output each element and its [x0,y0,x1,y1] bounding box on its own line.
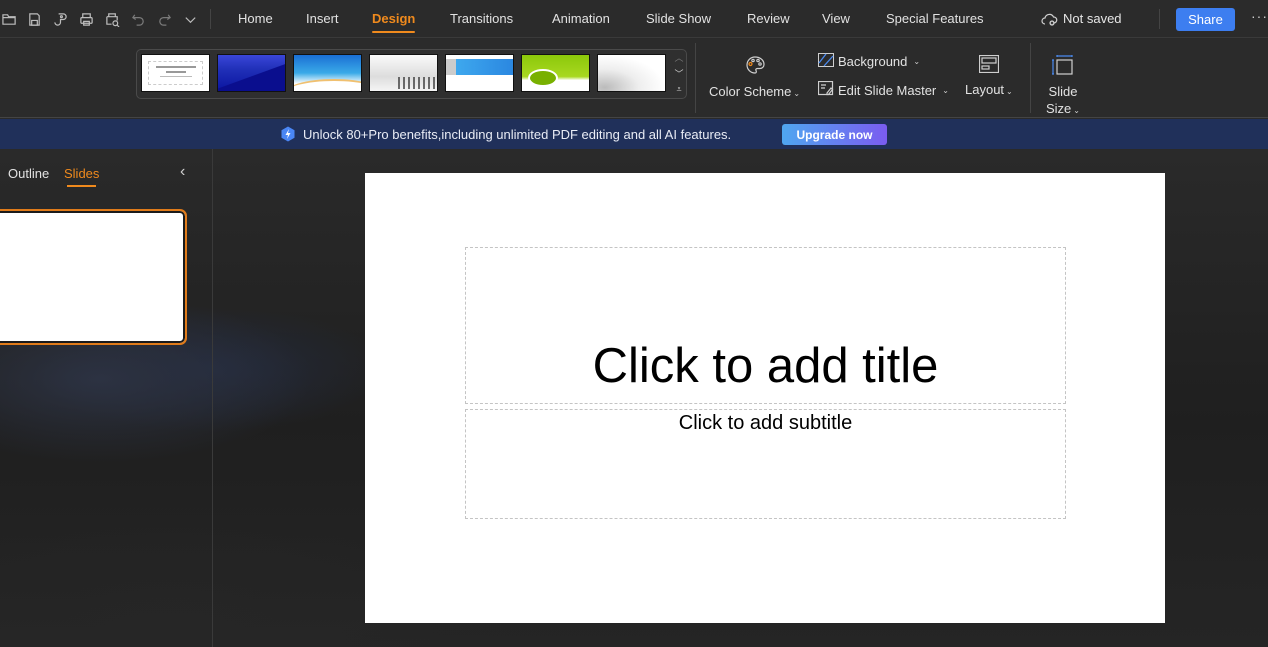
open-icon[interactable] [0,10,18,28]
theme-thumb-blank[interactable] [141,54,210,92]
save-icon[interactable] [25,10,43,28]
format-painter-icon[interactable] [51,10,69,28]
chevron-down-icon: ⌄ [1073,106,1080,115]
panel-divider[interactable] [212,149,213,647]
upgrade-banner: Unlock 80+Pro benefits,including unlimit… [0,119,1268,149]
undo-icon[interactable] [129,10,147,28]
edit-slide-master-button[interactable]: Edit Slide Master ⌄ [817,80,949,99]
redo-icon[interactable] [155,10,173,28]
divider [1159,9,1160,29]
divider [695,43,696,113]
tab-review[interactable]: Review [747,11,790,26]
theme-thumb-silhouettes[interactable] [369,54,438,92]
save-status[interactable]: Not saved [1041,11,1122,26]
slide-thumbnail-1[interactable] [0,209,187,345]
banner-text: Unlock 80+Pro benefits,including unlimit… [303,127,732,142]
collapse-panel-icon[interactable]: ‹ [180,163,185,181]
cloud-unsaved-icon [1041,13,1058,26]
gallery-expand[interactable]: ⩡ [673,83,685,95]
print-icon[interactable] [77,10,95,28]
tab-design[interactable]: Design [372,11,416,33]
layout-label: Layout [965,82,1005,97]
workspace: Outline Slides ‹ Click to add title Clic… [0,149,1268,647]
slide-size-icon [1052,55,1074,78]
tab-outline[interactable]: Outline [8,166,49,181]
palette-icon [744,55,766,78]
tab-home[interactable]: Home [238,11,273,26]
subtitle-placeholder[interactable]: Click to add subtitle [465,409,1066,519]
color-scheme-label: Color Scheme [709,84,792,99]
tab-insert[interactable]: Insert [306,11,339,26]
upgrade-now-button[interactable]: Upgrade now [782,124,887,145]
edit-master-icon [817,80,834,99]
background-label: Background [838,54,908,69]
theme-thumb-blue-brush[interactable] [445,54,514,92]
layout-button[interactable]: Layout ⌄ [965,54,1013,97]
chevron-down-icon: ⌄ [942,85,949,95]
theme-gallery: ︿ ﹀ ⩡ [136,49,687,99]
title-placeholder[interactable]: Click to add title [465,247,1066,404]
tab-view[interactable]: View [822,11,850,26]
more-options-icon[interactable]: ··· [1251,8,1268,24]
chevron-down-icon: ⌄ [1006,87,1013,96]
lightning-badge-icon [280,126,296,147]
slide-size-button[interactable]: Slide Size ⌄ [1046,55,1080,116]
divider [210,9,211,29]
slide-size-label-line1: Slide [1048,84,1078,99]
share-button[interactable]: Share [1176,8,1235,31]
gallery-scroll-up[interactable]: ︿ [673,52,685,64]
tab-slides[interactable]: Slides [64,166,99,187]
layout-icon [978,54,999,76]
more-dropdown-icon[interactable] [181,10,199,28]
gallery-scroll-down[interactable]: ﹀ [673,68,685,80]
save-status-label: Not saved [1063,11,1122,26]
chevron-down-icon: ⌄ [793,89,801,98]
title-placeholder-text: Click to add title [592,339,939,393]
tab-transitions[interactable]: Transitions [450,11,513,26]
color-scheme-button[interactable]: Color Scheme ⌄ [709,55,800,99]
edit-slide-master-label: Edit Slide Master [838,82,937,98]
tab-slide-show[interactable]: Slide Show [646,11,711,26]
chevron-down-icon: ⌄ [913,57,921,66]
title-bar: Home Insert Design Transitions Animation… [0,0,1268,38]
slide-canvas: Click to add title Click to add subtitle [365,173,1165,623]
theme-thumb-gears[interactable] [597,54,666,92]
tab-animation[interactable]: Animation [552,11,610,26]
design-ribbon: ︿ ﹀ ⩡ Color Scheme ⌄ Background ⌄ Edit Sli… [0,39,1268,118]
background-button[interactable]: Background ⌄ [818,53,920,70]
theme-thumb-blue-gradient[interactable] [217,54,286,92]
theme-thumb-blue-wave[interactable] [293,54,362,92]
theme-thumb-green-pie[interactable] [521,54,590,92]
divider [1030,43,1031,113]
tab-special-features[interactable]: Special Features [886,11,984,26]
slide-size-label-line2: Size [1046,101,1072,116]
background-icon [818,53,834,70]
subtitle-placeholder-text: Click to add subtitle [678,412,853,434]
print-preview-icon[interactable] [103,10,121,28]
